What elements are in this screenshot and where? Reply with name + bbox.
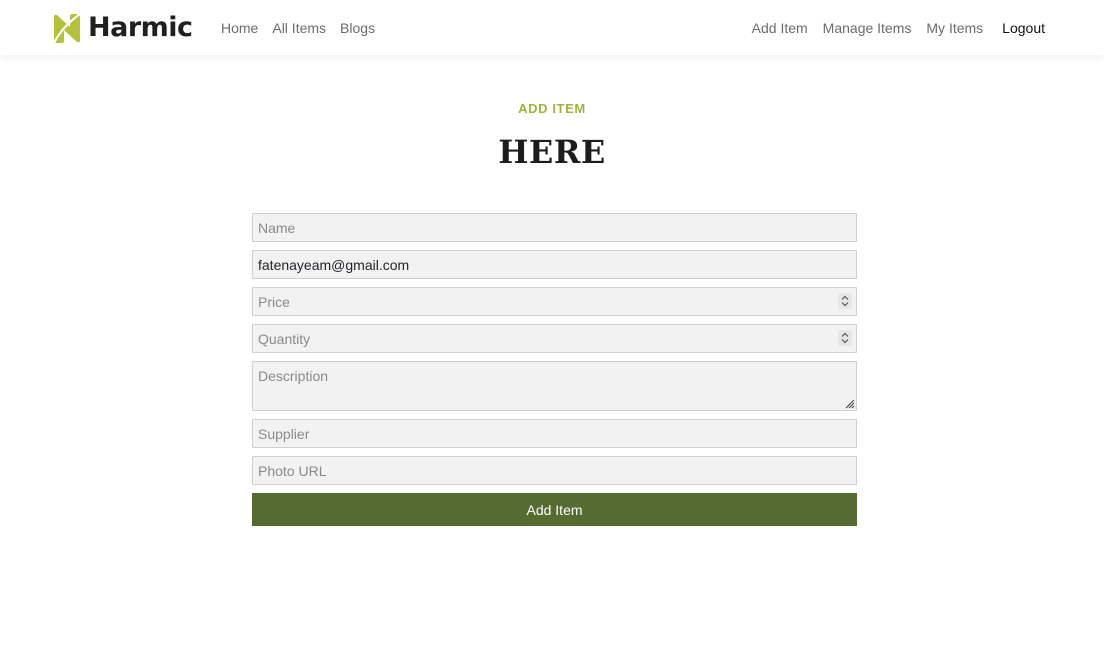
price-input[interactable]	[252, 287, 857, 316]
add-item-form: Add Item	[252, 213, 857, 526]
nav-manage-items-link[interactable]: Manage Items	[823, 19, 912, 37]
nav-my-items-link[interactable]: My Items	[926, 19, 983, 37]
quantity-stepper[interactable]	[838, 330, 852, 346]
nav-home-link[interactable]: Home	[221, 19, 258, 37]
brand[interactable]: Harmic	[52, 12, 193, 44]
add-item-button[interactable]: Add Item	[252, 493, 857, 526]
name-input[interactable]	[252, 213, 857, 242]
description-field	[252, 361, 857, 411]
supplier-input[interactable]	[252, 419, 857, 448]
nav-all-items-link[interactable]: All Items	[272, 19, 326, 37]
leaf-logo-icon	[53, 12, 81, 43]
stepper-arrows-icon	[841, 295, 849, 307]
quantity-field	[252, 324, 857, 353]
account-nav: Add Item Manage Items My Items Logout	[737, 19, 1045, 37]
stepper-arrows-icon	[841, 332, 849, 344]
logout-link[interactable]: Logout	[1002, 19, 1045, 37]
price-stepper[interactable]	[838, 293, 852, 309]
section-subtitle: ADD ITEM	[518, 101, 586, 116]
brand-name: Harmic	[88, 12, 193, 43]
price-field	[252, 287, 857, 316]
primary-nav: Home All Items Blogs	[221, 19, 389, 37]
page-title: HERE	[498, 133, 606, 171]
nav-add-item-link[interactable]: Add Item	[752, 19, 808, 37]
nav-blogs-link[interactable]: Blogs	[340, 19, 375, 37]
quantity-input[interactable]	[252, 324, 857, 353]
email-input[interactable]	[252, 250, 857, 279]
top-navbar: Harmic Home All Items Blogs Add Item Man…	[0, 0, 1104, 55]
photo-url-input[interactable]	[252, 456, 857, 485]
description-textarea[interactable]	[252, 361, 857, 411]
resize-grip-icon[interactable]	[843, 397, 855, 409]
